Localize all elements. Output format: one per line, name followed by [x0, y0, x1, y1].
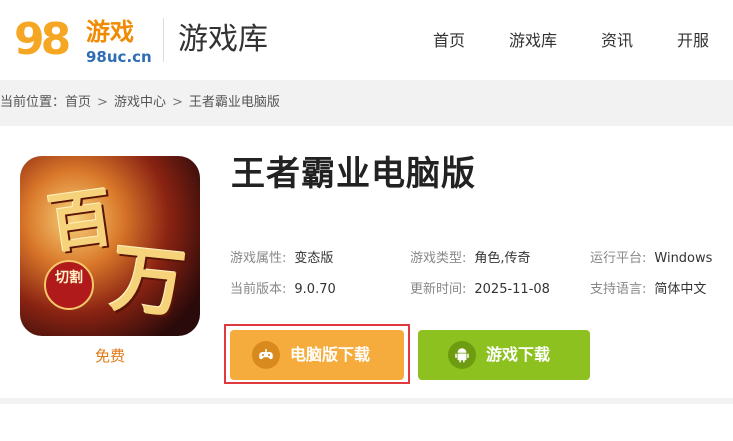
- icon-char-2: 万: [107, 235, 190, 329]
- info-key: 当前版本:: [230, 282, 287, 297]
- breadcrumb-current[interactable]: 王者霸业电脑版: [189, 93, 280, 113]
- info-key: 运行平台:: [590, 251, 647, 266]
- info-platform: 运行平台: Windows: [590, 249, 712, 269]
- pc-download-label: 电脑版下载: [290, 345, 371, 364]
- info-language: 支持语言: 简体中文: [590, 280, 706, 300]
- info-key: 更新时间:: [410, 282, 467, 297]
- info-value: 变态版: [294, 251, 334, 266]
- android-icon: [448, 341, 476, 369]
- info-key: 支持语言:: [590, 282, 647, 297]
- game-title: 王者霸业电脑版: [231, 154, 476, 194]
- info-value: 角色,传奇: [474, 251, 531, 266]
- section-title: 游戏库: [178, 22, 268, 57]
- logo-name: 游戏: [86, 18, 134, 46]
- breadcrumb: 当前位置：首页 > 游戏中心 > 王者霸业电脑版: [0, 93, 280, 113]
- game-icon[interactable]: 百 万 切割: [20, 156, 200, 336]
- info-value: 9.0.70: [294, 282, 336, 297]
- breadcrumb-separator: >: [97, 95, 108, 110]
- breadcrumb-home[interactable]: 首页: [65, 93, 91, 113]
- breadcrumb-label: 当前位置：: [0, 95, 66, 110]
- logo-divider: [163, 18, 164, 62]
- logo-site: 98uc.cn: [86, 48, 152, 66]
- info-attribute: 游戏属性: 变态版: [230, 249, 333, 269]
- site-header: 98 游戏 98uc.cn 游戏库 首页 游戏库 资讯 开服: [0, 0, 733, 80]
- info-key: 游戏属性:: [230, 251, 287, 266]
- info-type: 游戏类型: 角色,传奇: [410, 249, 531, 269]
- gamepad-icon: [252, 341, 280, 369]
- site-logo[interactable]: 98 游戏 98uc.cn: [14, 10, 152, 70]
- next-section: [0, 404, 733, 441]
- nav-server-open[interactable]: 开服: [677, 29, 709, 53]
- nav-game-library[interactable]: 游戏库: [509, 29, 557, 53]
- price-label: 免费: [94, 347, 125, 365]
- logo-number: 98: [14, 14, 71, 65]
- icon-seal: 切割: [44, 260, 94, 310]
- nav-home[interactable]: 首页: [433, 29, 465, 53]
- info-version: 当前版本: 9.0.70: [230, 280, 336, 300]
- pc-download-button[interactable]: 电脑版下载: [230, 330, 404, 380]
- nav-news[interactable]: 资讯: [601, 29, 633, 53]
- game-download-label: 游戏下载: [486, 345, 551, 364]
- breadcrumb-separator: >: [171, 95, 183, 110]
- info-value: 2025-11-08: [474, 282, 550, 297]
- info-value: Windows: [654, 251, 713, 266]
- icon-char-1: 百: [43, 179, 118, 264]
- game-download-button[interactable]: 游戏下载: [418, 330, 590, 380]
- game-detail-card: 百 万 切割 免费 王者霸业电脑版 游戏属性: 变态版 游戏类型: 角色,传奇 运行…: [0, 126, 733, 398]
- info-key: 游戏类型:: [410, 251, 467, 266]
- info-value: 简体中文: [654, 282, 707, 297]
- info-updated: 更新时间: 2025-11-08: [410, 280, 550, 300]
- breadcrumb-game-center[interactable]: 游戏中心: [114, 93, 166, 113]
